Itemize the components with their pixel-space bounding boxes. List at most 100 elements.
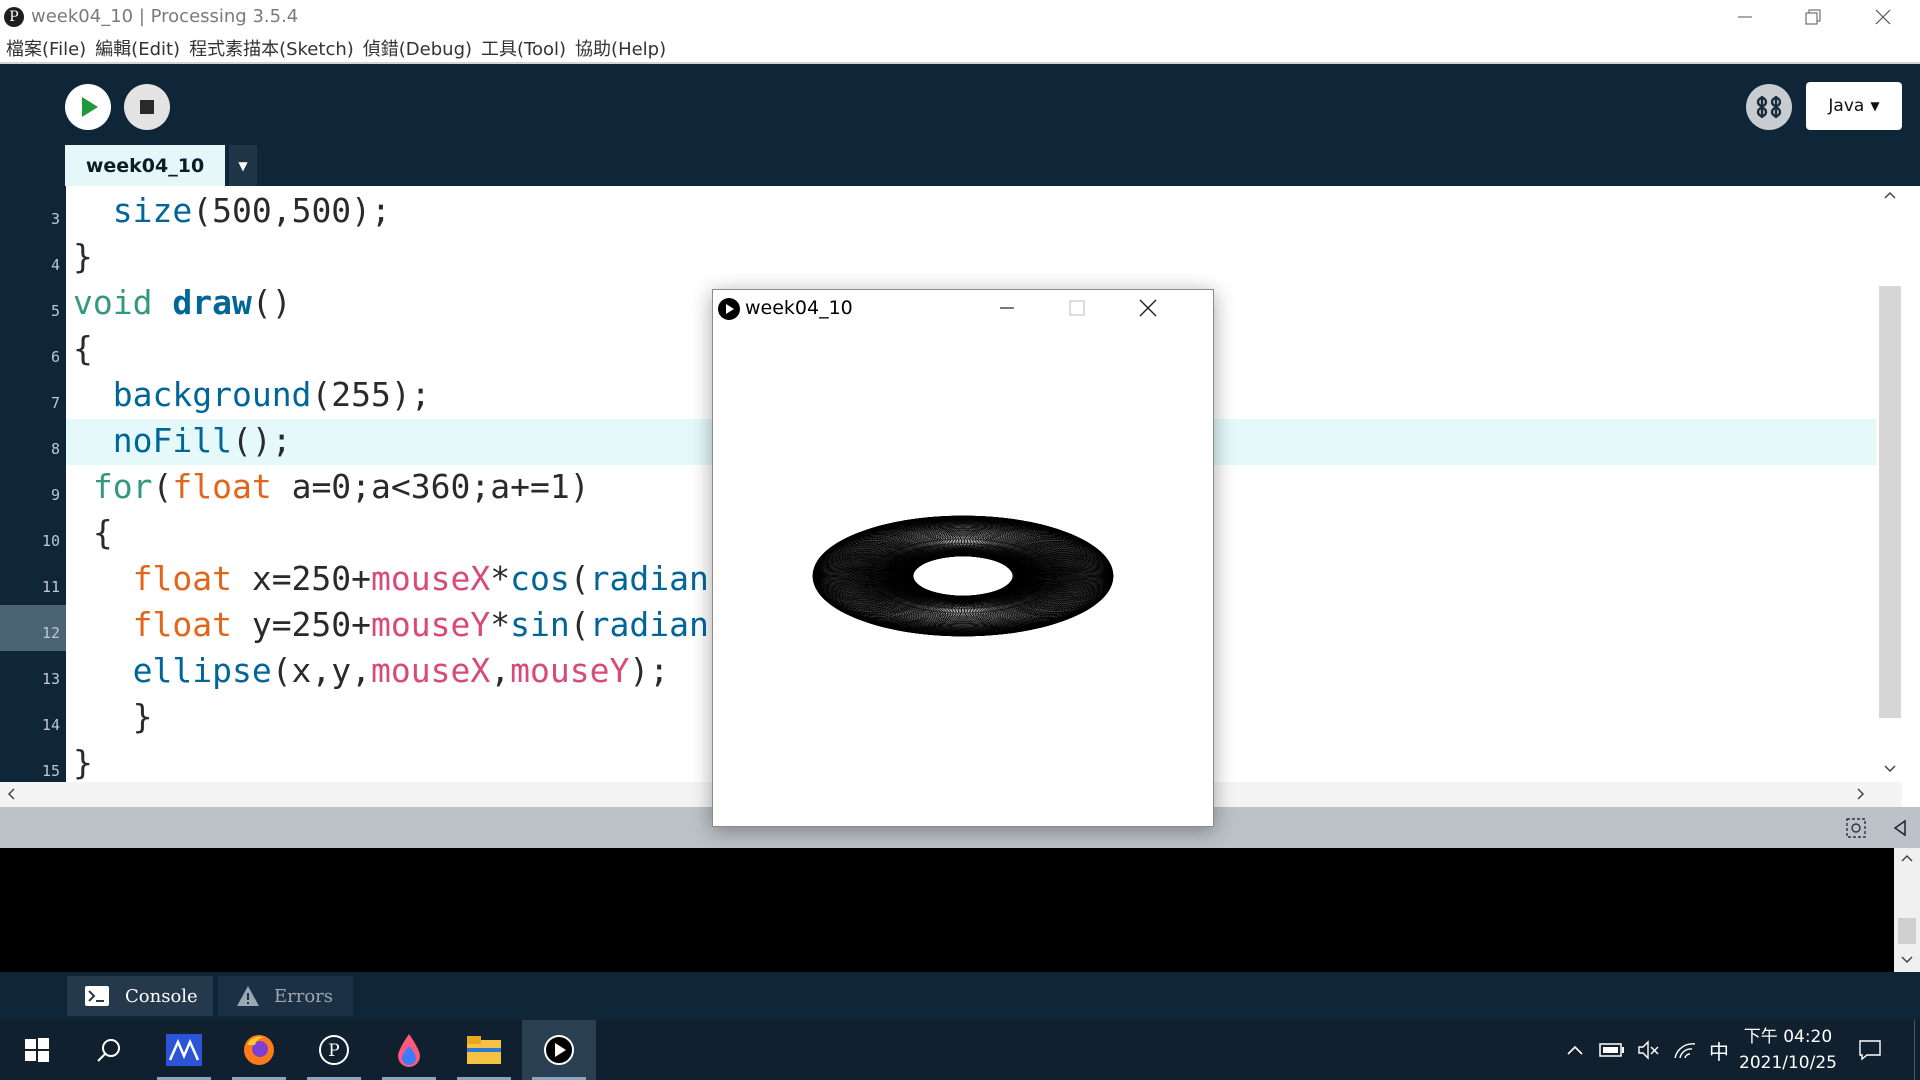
notifications-button[interactable] xyxy=(1852,1020,1888,1080)
restore-button[interactable] xyxy=(1778,0,1848,34)
code-token: (500,500); xyxy=(192,191,391,230)
settings-icon[interactable] xyxy=(1845,817,1867,839)
debugger-button[interactable] xyxy=(1746,84,1792,130)
sketch-minimize-button[interactable] xyxy=(977,290,1037,326)
scrollbar-thumb[interactable] xyxy=(1898,918,1916,944)
editor-vertical-scrollbar[interactable] xyxy=(1878,186,1902,782)
taskbar-clock[interactable]: 下午 04:20 2021/10/25 xyxy=(1728,1024,1848,1076)
bottom-tab-bar: Console Errors xyxy=(0,972,1920,1020)
stop-icon xyxy=(140,100,154,114)
wifi-icon[interactable] xyxy=(1668,1020,1702,1080)
code-line: background(255); xyxy=(73,372,431,418)
code-token: } xyxy=(73,237,93,276)
code-token: mouseX xyxy=(371,559,491,598)
taskbar-app-firefox[interactable] xyxy=(222,1020,296,1080)
code-line: } xyxy=(73,694,153,740)
maximize-icon xyxy=(1069,300,1085,316)
code-token: cos xyxy=(510,559,570,598)
close-icon xyxy=(1139,299,1157,317)
code-token: { xyxy=(73,329,93,368)
tab-errors[interactable]: Errors xyxy=(218,976,353,1016)
code-line: void draw() xyxy=(73,280,292,326)
code-token: (255); xyxy=(311,375,431,414)
chevron-up-icon xyxy=(1901,854,1913,862)
menu-debug[interactable]: 偵錯(Debug) xyxy=(363,35,472,61)
code-token: mouseY xyxy=(371,605,491,644)
line-number: 5 xyxy=(50,302,60,320)
code-token: ( xyxy=(152,467,173,506)
tab-console[interactable]: Console xyxy=(67,976,213,1016)
clock-time: 下午 04:20 xyxy=(1743,1027,1833,1047)
line-number-gutter: 3 4 5 6 7 8 9 10 11 12 13 14 15 xyxy=(0,186,66,782)
start-button[interactable] xyxy=(0,1020,74,1080)
mode-selector[interactable]: Java ▼ xyxy=(1806,82,1902,130)
clock-date: 2021/10/25 xyxy=(1739,1053,1837,1073)
battery-icon[interactable] xyxy=(1594,1020,1630,1080)
code-token: ); xyxy=(629,651,670,690)
close-icon xyxy=(1875,9,1891,25)
show-desktop-button[interactable] xyxy=(1914,1020,1920,1080)
taskbar-app-paint[interactable] xyxy=(372,1020,446,1080)
collapse-console-icon[interactable] xyxy=(1891,818,1909,838)
sketch-close-button[interactable] xyxy=(1118,290,1178,326)
close-button[interactable] xyxy=(1848,0,1918,34)
code-token: * xyxy=(490,605,511,644)
code-token: , xyxy=(490,651,511,690)
code-token: draw xyxy=(172,283,252,322)
minimize-button[interactable] xyxy=(1710,0,1780,34)
svg-text:P: P xyxy=(328,1041,339,1061)
code-line: { xyxy=(73,510,113,556)
firefox-icon xyxy=(244,1035,274,1065)
code-token: radians xyxy=(589,559,729,598)
minimize-icon xyxy=(1738,16,1752,18)
menu-help[interactable]: 協助(Help) xyxy=(575,35,666,61)
console-output[interactable] xyxy=(0,848,1894,972)
line-number: 8 xyxy=(50,440,60,458)
window-title: week04_10 | Processing 3.5.4 xyxy=(31,6,299,27)
console-scrollbar[interactable] xyxy=(1894,848,1920,972)
tab-menu-button[interactable]: ▼ xyxy=(229,145,257,186)
code-line: } xyxy=(73,740,93,782)
code-token: for xyxy=(92,467,153,506)
line-number: 6 xyxy=(50,348,60,366)
taskbar-app-processing[interactable]: P xyxy=(297,1020,371,1080)
show-hidden-icons[interactable] xyxy=(1560,1020,1590,1080)
menu-sketch[interactable]: 程式素描本(Sketch) xyxy=(189,35,354,61)
volume-muted-icon[interactable] xyxy=(1632,1020,1666,1080)
menu-edit[interactable]: 編輯(Edit) xyxy=(95,35,180,61)
code-line: noFill(); xyxy=(73,418,292,464)
tab-week04-10[interactable]: week04_10 xyxy=(65,145,225,186)
code-token: a=0;a<360;a+=1) xyxy=(271,467,590,506)
search-icon xyxy=(97,1039,120,1062)
search-button[interactable] xyxy=(72,1020,146,1080)
taskbar-app-matlab[interactable] xyxy=(147,1020,221,1080)
console-tab-label: Console xyxy=(125,985,198,1007)
play-icon xyxy=(82,97,98,117)
code-token: x=250+ xyxy=(231,559,372,598)
taskbar-app-sketch-window[interactable] xyxy=(522,1020,596,1080)
app-icon xyxy=(166,1034,202,1066)
code-token: void xyxy=(73,283,153,322)
code-token: float xyxy=(172,467,272,506)
menu-tool[interactable]: 工具(Tool) xyxy=(481,35,566,61)
scrollbar-thumb[interactable] xyxy=(1879,286,1901,718)
code-token: } xyxy=(73,697,153,736)
code-token: * xyxy=(490,559,511,598)
run-button[interactable] xyxy=(65,84,111,130)
menu-file[interactable]: 檔案(File) xyxy=(6,35,86,61)
sketch-window[interactable]: week04_10 xyxy=(712,289,1214,827)
taskbar-app-file-explorer[interactable] xyxy=(447,1020,521,1080)
sketch-window-title: week04_10 xyxy=(745,297,853,319)
toolbar: Java ▼ week04_10 ▼ xyxy=(0,64,1920,186)
sketch-canvas[interactable] xyxy=(713,326,1213,826)
menu-bar: 檔案(File) 編輯(Edit) 程式素描本(Sketch) 偵錯(Debug… xyxy=(0,34,1920,64)
code-token: mouseY xyxy=(510,651,630,690)
processing-logo-icon: P xyxy=(4,7,24,27)
stop-button[interactable] xyxy=(124,84,170,130)
